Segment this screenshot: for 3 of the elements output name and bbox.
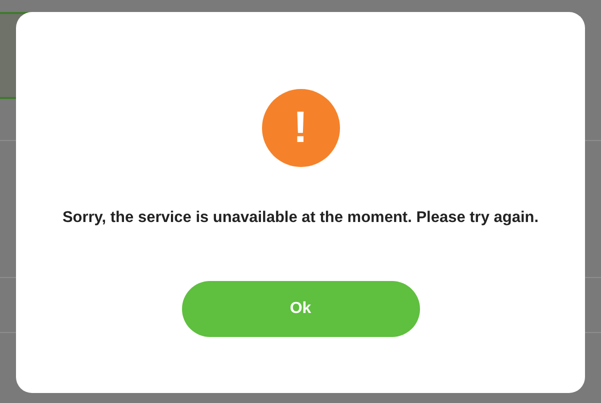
error-message: Sorry, the service is unavailable at the moment. Please try again. (62, 208, 539, 228)
warning-icon: ! (262, 89, 340, 167)
ok-button[interactable]: Ok (182, 281, 420, 338)
